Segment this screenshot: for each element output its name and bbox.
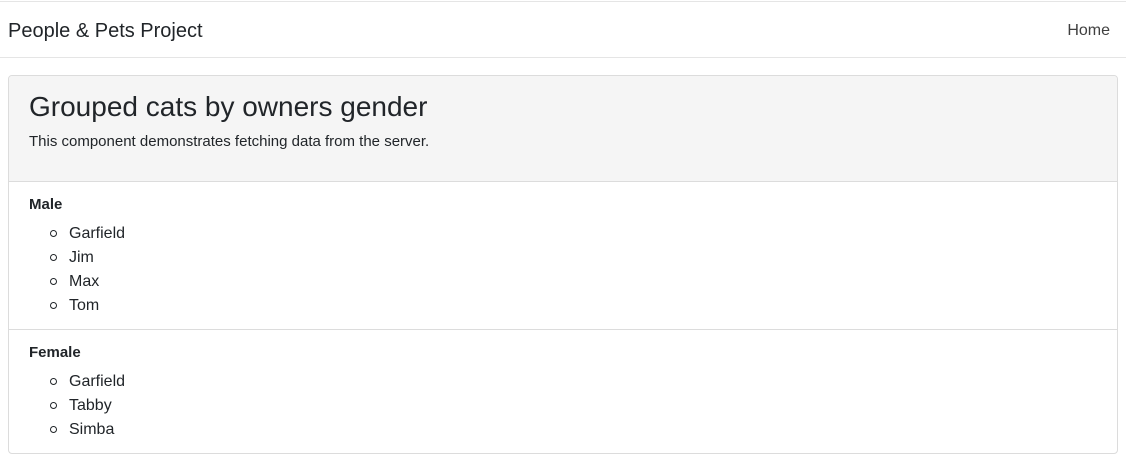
cat-list-female: Garfield Tabby Simba xyxy=(29,370,125,442)
cat-name: Max xyxy=(69,273,100,290)
circle-bullet-icon xyxy=(50,230,57,237)
list-item: Garfield xyxy=(29,222,125,246)
navbar-brand[interactable]: People & Pets Project xyxy=(8,19,203,43)
cat-name: Garfield xyxy=(69,373,126,390)
cat-name: Jim xyxy=(69,249,94,266)
cat-name: Garfield xyxy=(69,225,126,242)
list-item: Simba xyxy=(29,418,125,442)
list-item: Tom xyxy=(29,294,125,318)
list-item: Jim xyxy=(29,246,125,270)
list-item: Tabby xyxy=(29,394,125,418)
page-subtitle: This component demonstrates fetching dat… xyxy=(29,133,430,150)
group-female: Female Garfield Tabby Simba xyxy=(9,330,1117,453)
cats-card: Grouped cats by owners gender This compo… xyxy=(8,75,1118,454)
navbar: People & Pets Project Home xyxy=(0,1,1126,58)
cat-name: Tom xyxy=(69,297,100,314)
circle-bullet-icon xyxy=(50,302,57,309)
circle-bullet-icon xyxy=(50,278,57,285)
nav-link-home[interactable]: Home xyxy=(1067,21,1110,41)
cat-name: Tabby xyxy=(69,397,112,414)
circle-bullet-icon xyxy=(50,254,57,261)
list-item: Max xyxy=(29,270,125,294)
card-header: Grouped cats by owners gender This compo… xyxy=(9,76,1117,182)
circle-bullet-icon xyxy=(50,402,57,409)
cat-list-male: Garfield Jim Max Tom xyxy=(29,222,125,318)
cat-name: Simba xyxy=(69,421,115,438)
page-title: Grouped cats by owners gender xyxy=(29,91,428,122)
group-heading-female: Female xyxy=(29,344,81,361)
group-heading-male: Male xyxy=(29,196,63,213)
group-male: Male Garfield Jim Max Tom xyxy=(9,182,1117,330)
list-item: Garfield xyxy=(29,370,125,394)
circle-bullet-icon xyxy=(50,426,57,433)
circle-bullet-icon xyxy=(50,378,57,385)
